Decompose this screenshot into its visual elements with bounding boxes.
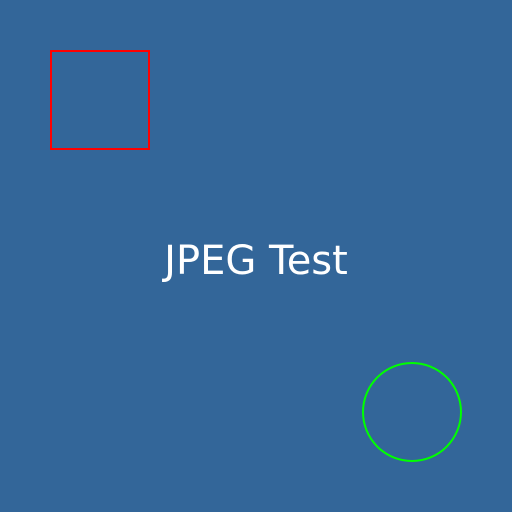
test-canvas: JPEG Test [0,0,512,512]
green-circle-outline [362,362,462,462]
red-square-outline [50,50,150,150]
test-label: JPEG Test [164,238,348,284]
